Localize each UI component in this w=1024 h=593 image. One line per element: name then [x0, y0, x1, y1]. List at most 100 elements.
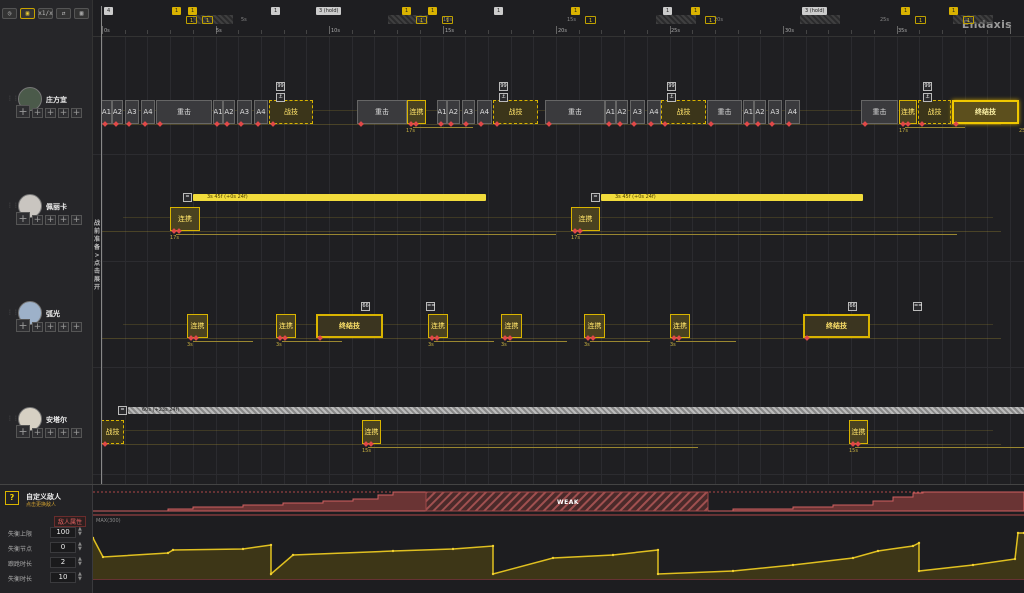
drag-handle[interactable]: ⋮⋮ — [7, 310, 19, 321]
add-slot-button[interactable]: + — [45, 428, 56, 438]
skill-block[interactable]: A3 — [125, 100, 139, 124]
action-count-badge[interactable]: 1 — [186, 16, 198, 24]
action-count-badge[interactable]: 1 — [428, 7, 438, 15]
fit-icon[interactable]: ▣ — [20, 8, 35, 19]
add-slot-button[interactable]: + — [32, 428, 43, 438]
time-ruler[interactable]: Endaxis 0s 5s 10s 15s 20s 25s 30s 35s 5s 10s 15s 2… — [93, 0, 1024, 37]
skill-block[interactable]: A3 — [462, 100, 475, 124]
skill-block[interactable]: A3 — [237, 100, 252, 124]
stat-input[interactable]: 10 — [50, 572, 76, 583]
action-count-badge[interactable]: 1 — [915, 16, 927, 24]
buff-icon[interactable]: 99 — [667, 82, 676, 91]
action-count-badge[interactable]: 1 — [416, 16, 428, 24]
action-count-badge[interactable]: 3 (hold) — [316, 7, 342, 15]
skill-block[interactable]: A2 — [754, 100, 766, 124]
add-slot-button[interactable]: + — [32, 108, 43, 118]
add-slot-button[interactable]: + — [16, 105, 30, 118]
skill-block[interactable]: 战技 — [661, 100, 706, 124]
skill-block[interactable]: 战技 — [269, 100, 313, 124]
buff-icon[interactable]: 66 — [848, 302, 857, 311]
skill-block[interactable]: A3 — [630, 100, 645, 124]
buff-icon[interactable]: == — [426, 302, 435, 311]
action-count-badge[interactable]: 1 — [402, 7, 412, 15]
action-count-badge[interactable]: 1 — [585, 16, 597, 24]
skill-block[interactable]: A1 — [213, 100, 223, 124]
skill-block[interactable]: A1 — [437, 100, 447, 124]
skill-block[interactable]: 重击 — [357, 100, 407, 124]
character-row[interactable]: ⋮⋮ 庄方宜 + + + + + — [0, 87, 93, 150]
buff-duration-bar[interactable]: 60s (+23s 24f) — [128, 407, 1024, 414]
buff-icon[interactable]: 99 — [499, 82, 508, 91]
skill-block[interactable]: 重击 — [156, 100, 212, 124]
prebattle-toggle[interactable]: 战前准备 > 点击展开 — [93, 220, 101, 292]
enemy-subtitle[interactable]: 点击更换敌人 — [26, 501, 56, 508]
action-count-badge[interactable]: 1 — [691, 7, 701, 15]
skill-block[interactable]: A2 — [616, 100, 628, 124]
skill-block[interactable]: 战技 — [493, 100, 538, 124]
action-count-badge[interactable]: 1 — [188, 7, 198, 15]
skill-block[interactable]: A4 — [254, 100, 268, 124]
add-slot-button[interactable]: + — [45, 215, 56, 225]
drag-handle[interactable]: ⋮⋮ — [7, 96, 19, 107]
skill-block[interactable]: 重击 — [861, 100, 898, 124]
action-count-badge[interactable]: 3 (hold) — [802, 7, 828, 15]
skill-block[interactable]: 终结技 — [316, 314, 383, 338]
drag-handle[interactable]: ⋮⋮ — [7, 203, 19, 214]
add-slot-button[interactable]: + — [45, 322, 56, 332]
skill-block[interactable]: 终结技 — [952, 100, 1019, 124]
add-slot-button[interactable]: + — [45, 108, 56, 118]
add-slot-button[interactable]: + — [58, 215, 69, 225]
timeline-lanes[interactable]: A1 A2 A3 A4 重击 A1 A2 A3 A4 战技 重击 连携 A1 A2 A3 A4 战技 重击 A1 A2… — [93, 37, 1024, 484]
action-count-badge[interactable]: 1 — [271, 7, 281, 15]
enemy-selector[interactable]: ? 自定义敌人 点击更换敌人 — [0, 485, 93, 513]
skill-block[interactable]: A4 — [477, 100, 492, 124]
skill-block[interactable]: 战技 — [918, 100, 951, 124]
add-slot-button[interactable]: + — [16, 425, 30, 438]
skill-block[interactable]: 重击 — [707, 100, 742, 124]
skill-block[interactable]: A1 — [605, 100, 616, 124]
action-count-badge[interactable]: 1 — [663, 7, 673, 15]
buff-icon[interactable]: 66 — [361, 302, 370, 311]
add-slot-button[interactable]: + — [71, 322, 82, 332]
clock-icon[interactable]: ◷ — [2, 8, 17, 19]
action-count-badge[interactable]: 1 — [172, 7, 182, 15]
action-count-badge[interactable]: 1 — [949, 7, 959, 15]
character-row[interactable]: ⋮⋮ 弧光 + + + + + — [0, 301, 93, 364]
add-slot-button[interactable]: + — [58, 428, 69, 438]
add-slot-button[interactable]: + — [71, 428, 82, 438]
add-slot-button[interactable]: + — [58, 108, 69, 118]
add-slot-button[interactable]: + — [16, 212, 30, 225]
action-count-badge[interactable]: 1 — [705, 16, 717, 24]
action-count-badge[interactable]: 1 — [442, 16, 454, 24]
character-row[interactable]: ⋮⋮ 佩丽卡 + + + + + — [0, 194, 93, 257]
buff-icon[interactable]: == — [913, 302, 922, 311]
skill-block[interactable]: A3 — [768, 100, 782, 124]
buff-icon[interactable]: 99 — [276, 82, 285, 91]
playhead[interactable] — [101, 6, 102, 484]
add-slot-button[interactable]: + — [32, 215, 43, 225]
action-count-badge[interactable]: 1 — [494, 7, 504, 15]
skill-block[interactable]: A4 — [647, 100, 661, 124]
stat-input[interactable]: 100 — [50, 527, 76, 538]
grid-icon[interactable]: ▦ — [74, 8, 89, 19]
buff-duration-bar[interactable]: 3s 45f (+0s 24f) — [601, 194, 863, 201]
speed-toggle[interactable]: x1/x — [38, 8, 53, 19]
skill-block[interactable]: 重击 — [545, 100, 605, 124]
stepper-arrows[interactable]: ▲ ▼ — [78, 572, 82, 582]
character-row[interactable]: ⋮⋮ 安塔尔 + + + + + — [0, 407, 93, 470]
add-slot-button[interactable]: + — [32, 322, 43, 332]
skill-block[interactable]: A1 — [101, 100, 112, 124]
skill-block[interactable]: A4 — [785, 100, 800, 124]
add-slot-button[interactable]: + — [71, 108, 82, 118]
stepper-arrows[interactable]: ▲ ▼ — [78, 557, 82, 567]
add-slot-button[interactable]: + — [16, 319, 30, 332]
stat-input[interactable]: 0 — [50, 542, 76, 553]
skill-block[interactable]: 终结技 — [803, 314, 870, 338]
skill-block[interactable]: 连携 — [170, 207, 200, 231]
action-count-badge[interactable]: 1 — [202, 16, 214, 24]
skill-block[interactable]: 连携 — [571, 207, 600, 231]
stepper-arrows[interactable]: ▲ ▼ — [78, 527, 82, 537]
skill-block[interactable]: A2 — [223, 100, 235, 124]
action-count-badge[interactable]: 4 — [104, 7, 114, 15]
skill-block[interactable]: A2 — [112, 100, 123, 124]
